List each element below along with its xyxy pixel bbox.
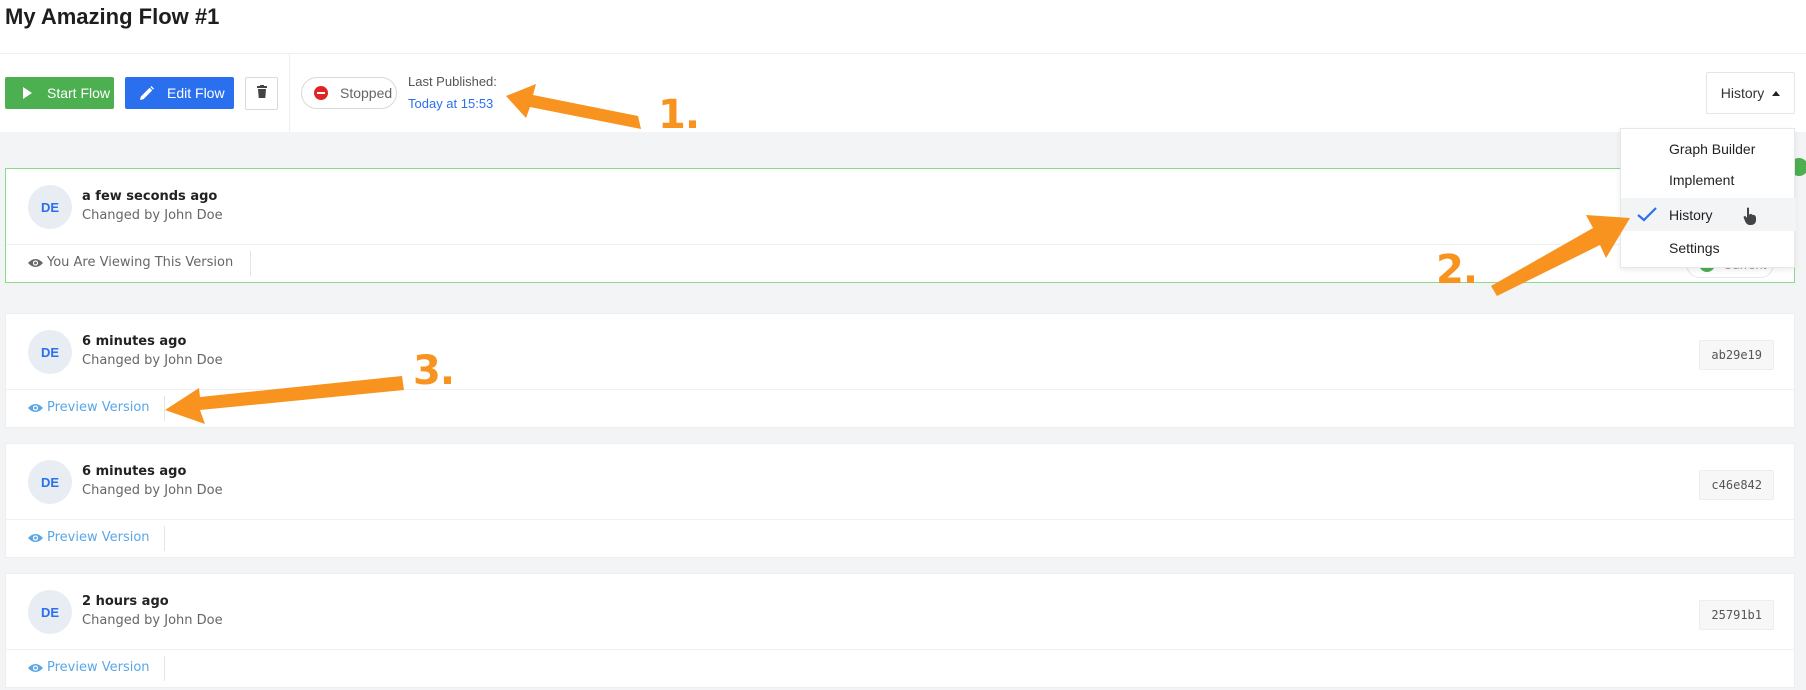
preview-version-link[interactable]: Preview Version: [28, 660, 150, 675]
hand-cursor-icon: [1743, 207, 1757, 230]
avatar: DE: [28, 185, 72, 229]
eye-icon: [28, 533, 43, 543]
last-published-value[interactable]: Today at 15:53: [408, 96, 493, 111]
toolbar-divider: [289, 54, 290, 132]
avatar: DE: [28, 460, 72, 504]
preview-version-link[interactable]: Preview Version: [28, 530, 150, 545]
version-card: DE 6 minutes ago Changed by John Doe c46…: [5, 443, 1795, 558]
pencil-icon: [139, 86, 155, 100]
checkmark-icon: [1637, 207, 1657, 225]
viewing-version-text: You Are Viewing This Version: [28, 255, 233, 270]
avatar: DE: [28, 590, 72, 634]
menu-item-graph-builder[interactable]: Graph Builder: [1621, 132, 1796, 165]
action-divider: [164, 526, 165, 551]
caret-up-icon: [1772, 90, 1781, 96]
play-icon: [19, 87, 35, 99]
version-hash: c46e842: [1699, 470, 1774, 500]
view-menu-label: History: [1720, 85, 1765, 101]
eye-icon: [28, 663, 43, 673]
trash-icon: [256, 84, 267, 103]
start-flow-button[interactable]: Start Flow: [5, 77, 114, 109]
action-divider: [164, 396, 165, 421]
page-title: My Amazing Flow #1: [5, 4, 220, 29]
version-card: DE 6 minutes ago Changed by John Doe ab2…: [5, 313, 1795, 428]
menu-item-settings[interactable]: Settings: [1621, 231, 1796, 264]
action-label: Preview Version: [47, 530, 150, 545]
stop-icon: [314, 86, 328, 100]
view-menu-dropdown: Graph Builder Implement History Settings: [1620, 128, 1796, 268]
menu-item-label: Implement: [1669, 171, 1735, 188]
version-card: DE a few seconds ago Changed by John Doe…: [5, 168, 1795, 283]
preview-version-link[interactable]: Preview Version: [28, 400, 150, 415]
last-published-label: Last Published:: [408, 74, 497, 89]
version-card: DE 2 hours ago Changed by John Doe 25791…: [5, 573, 1795, 688]
version-history: DE a few seconds ago Changed by John Doe…: [0, 132, 1806, 690]
action-label: You Are Viewing This Version: [47, 255, 234, 270]
version-author: Changed by John Doe: [82, 613, 223, 628]
version-time: a few seconds ago: [82, 189, 218, 204]
menu-item-label: Graph Builder: [1669, 140, 1756, 157]
eye-icon: [28, 258, 43, 268]
edit-flow-button[interactable]: Edit Flow: [125, 77, 234, 109]
menu-item-history[interactable]: History: [1621, 198, 1796, 231]
menu-item-label: History: [1669, 206, 1713, 223]
version-author: Changed by John Doe: [82, 483, 223, 498]
action-divider: [250, 251, 251, 276]
menu-item-implement[interactable]: Implement: [1621, 163, 1796, 196]
version-author: Changed by John Doe: [82, 353, 223, 368]
version-time: 6 minutes ago: [82, 464, 187, 479]
action-divider: [164, 656, 165, 681]
toolbar: Start Flow Edit Flow Stopped Last Publis…: [0, 54, 1806, 132]
edit-flow-label: Edit Flow: [167, 85, 225, 101]
menu-item-label: Settings: [1669, 239, 1720, 256]
version-hash: ab29e19: [1699, 340, 1774, 370]
status-text: Stopped: [340, 85, 393, 101]
version-author: Changed by John Doe: [82, 208, 223, 223]
version-time: 2 hours ago: [82, 594, 169, 609]
avatar: DE: [28, 330, 72, 374]
eye-icon: [28, 403, 43, 413]
annotation-3: 3.: [413, 348, 455, 394]
annotation-2: 2.: [1436, 247, 1478, 293]
version-time: 6 minutes ago: [82, 334, 187, 349]
delete-button[interactable]: [245, 77, 278, 110]
action-label: Preview Version: [47, 660, 150, 675]
version-hash: 25791b1: [1699, 600, 1774, 630]
action-label: Preview Version: [47, 400, 150, 415]
status-badge: Stopped: [301, 77, 397, 109]
annotation-1: 1.: [658, 92, 700, 138]
start-flow-label: Start Flow: [47, 85, 111, 101]
view-menu-button[interactable]: History: [1706, 72, 1795, 114]
